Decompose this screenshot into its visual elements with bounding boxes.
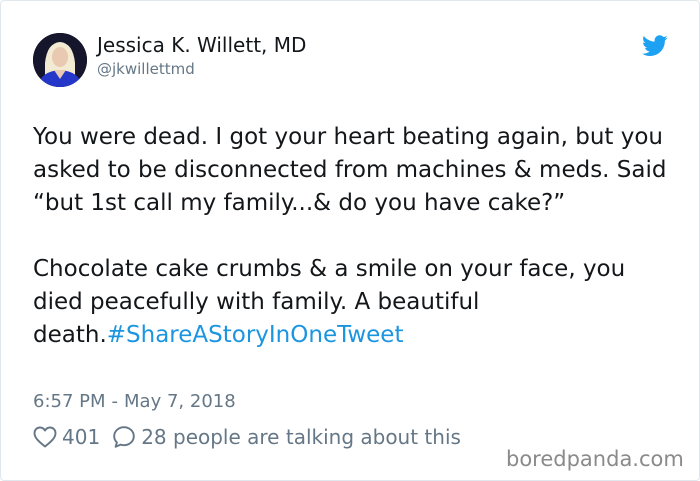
author-name[interactable]: Jessica K. Willett, MD (97, 33, 306, 57)
tweet-date: May 7, 2018 (124, 391, 236, 412)
like-count: 401 (62, 425, 101, 449)
tweet-card: Jessica K. Willett, MD @jkwillettmd You … (0, 0, 700, 481)
tweet-paragraph-1: You were dead. I got your heart beating … (33, 124, 667, 216)
hashtag-link[interactable]: #ShareAStoryInOneTweet (107, 322, 404, 348)
conversation-link[interactable]: 28 people are talking about this (141, 425, 461, 449)
tweet-paragraph-2: Chocolate cake crumbs & a smile on your … (33, 253, 673, 352)
speech-bubble-icon[interactable] (112, 425, 136, 449)
tweet-timestamp[interactable]: 6:57 PM - May 7, 2018 (33, 391, 236, 412)
tweet-text: You were dead. I got your heart beating … (33, 121, 673, 352)
heart-icon[interactable] (33, 426, 57, 448)
timestamp-separator: - (111, 391, 119, 412)
tweet-actions: 401 28 people are talking about this (33, 425, 461, 449)
tweet-time: 6:57 PM (33, 391, 106, 412)
author-handle[interactable]: @jkwillettmd (97, 60, 195, 78)
twitter-bird-icon[interactable] (642, 35, 668, 57)
avatar[interactable] (33, 33, 87, 87)
watermark: boredpanda.com (506, 447, 684, 471)
